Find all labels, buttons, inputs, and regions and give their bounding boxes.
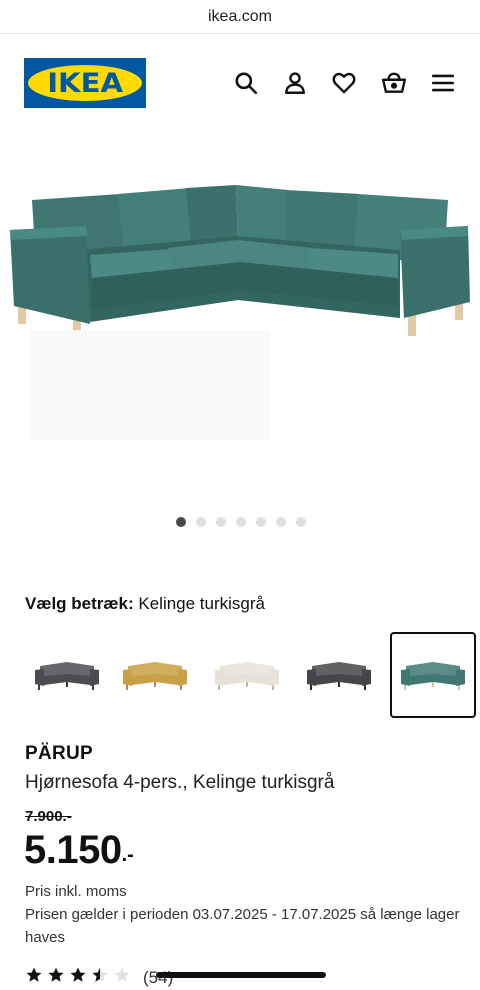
vat-note: Pris inkl. moms	[25, 883, 127, 900]
url-text: ikea.com	[207, 7, 273, 25]
star-icon	[47, 966, 65, 989]
cover-label: Vælg betræk:	[25, 594, 134, 613]
rating-stars	[25, 966, 131, 989]
site-header: IKEA	[0, 34, 480, 134]
product-image[interactable]	[0, 150, 480, 500]
corner-sofa-image	[10, 185, 470, 440]
cover-selector-label: Vælg betræk: Kelinge turkisgrå	[25, 594, 265, 614]
product-rating[interactable]: (54)	[25, 966, 173, 989]
product-description: Hjørnesofa 4-pers., Kelinge turkisgrå	[25, 772, 335, 793]
sofa-thumbnail-icon	[401, 662, 465, 690]
carousel-dot[interactable]	[276, 517, 286, 527]
home-indicator	[156, 972, 326, 978]
ikea-logo[interactable]: IKEA	[24, 58, 146, 108]
carousel-dot[interactable]	[216, 517, 226, 527]
heart-icon[interactable]	[330, 69, 358, 97]
carousel-dot[interactable]	[256, 517, 266, 527]
logo-text: IKEA	[47, 67, 123, 99]
logo-oval: IKEA	[28, 65, 142, 101]
sofa-thumbnail-icon	[123, 662, 187, 690]
current-price: 5.150 .-	[24, 826, 134, 874]
product-name: PÄRUP	[25, 743, 94, 764]
cover-value: Kelinge turkisgrå	[138, 594, 265, 613]
carousel-dot[interactable]	[296, 517, 306, 527]
cover-swatch[interactable]	[112, 632, 198, 718]
address-bar[interactable]: ikea.com	[0, 0, 480, 34]
sofa-thumbnail-icon	[35, 662, 99, 690]
star-icon	[25, 966, 43, 989]
carousel-dot[interactable]	[196, 517, 206, 527]
price-suffix: .-	[121, 844, 134, 866]
basket-icon[interactable]	[380, 69, 408, 97]
cover-swatches	[20, 632, 480, 720]
menu-icon[interactable]	[429, 69, 457, 97]
star-icon	[113, 966, 131, 989]
carousel-dot[interactable]	[236, 517, 246, 527]
star-icon	[91, 966, 109, 989]
carousel-dot[interactable]	[176, 517, 186, 527]
price-info: Pris inkl. moms Prisen gælder i perioden…	[25, 880, 465, 949]
cover-swatch[interactable]	[296, 632, 382, 718]
image-carousel-dots	[0, 517, 480, 529]
cover-swatch[interactable]	[390, 632, 476, 718]
search-icon[interactable]	[232, 69, 260, 97]
user-icon[interactable]	[281, 69, 309, 97]
sofa-thumbnail-icon	[215, 662, 279, 690]
cover-swatch[interactable]	[204, 632, 290, 718]
old-price: 7.900.-	[25, 808, 72, 825]
cover-swatch[interactable]	[24, 632, 110, 718]
star-icon	[69, 966, 87, 989]
period-note: Prisen gælder i perioden 03.07.2025 - 17…	[25, 906, 460, 946]
sofa-thumbnail-icon	[307, 662, 371, 690]
price-value: 5.150	[24, 828, 122, 872]
